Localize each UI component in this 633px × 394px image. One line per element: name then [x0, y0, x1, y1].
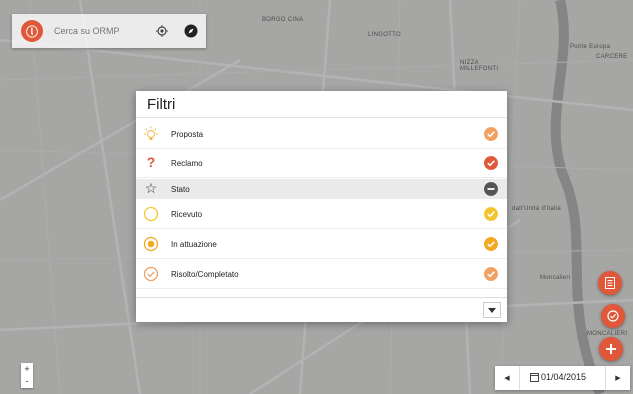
expand-button[interactable] — [483, 302, 501, 318]
minus-circle-icon[interactable] — [484, 182, 498, 196]
status-filter-button[interactable] — [601, 304, 625, 328]
chevron-right-icon: ▶ — [615, 375, 621, 382]
document-icon — [605, 277, 615, 289]
calendar-icon — [530, 372, 539, 382]
check-circle-outline-icon — [143, 266, 159, 282]
filter-label: Risolto/Completato — [171, 270, 239, 279]
check-circle-icon[interactable] — [484, 207, 498, 221]
circle-outline-icon — [143, 206, 159, 222]
filter-label: Reclamo — [171, 159, 203, 168]
add-button[interactable] — [599, 337, 623, 361]
check-circle-icon[interactable] — [484, 237, 498, 251]
app-logo[interactable]: ⓛ — [21, 20, 43, 42]
question-icon: ? — [146, 154, 156, 170]
filter-label: In attuazione — [171, 240, 217, 249]
star-icon: ☆ — [144, 180, 158, 196]
chevron-left-icon: ◀ — [504, 375, 510, 382]
date-field[interactable]: 01/04/2015 — [530, 372, 586, 382]
filter-item-proposta[interactable]: Proposta — [136, 120, 507, 149]
filter-label: Ricevuto — [171, 210, 203, 219]
check-circle-icon[interactable] — [484, 156, 498, 170]
divider — [136, 297, 507, 298]
compass-icon[interactable] — [184, 24, 198, 38]
filter-label: Stato — [171, 185, 190, 194]
zoom-in-button[interactable]: + — [21, 363, 33, 375]
previous-date-button[interactable]: ◀ — [495, 366, 520, 390]
list-button[interactable] — [598, 271, 622, 295]
filter-item-risolto-completato[interactable]: Risolto/Completato — [136, 260, 507, 289]
search-bar: ⓛ — [12, 14, 206, 48]
check-circle-icon — [607, 310, 619, 322]
dialog-title: Filtri — [147, 96, 176, 113]
check-circle-icon[interactable] — [484, 127, 498, 141]
locate-icon[interactable] — [156, 25, 168, 37]
filter-item-ricevuto[interactable]: Ricevuto — [136, 200, 507, 229]
filter-item-in-attuazione[interactable]: In attuazione — [136, 230, 507, 259]
filter-label: Proposta — [171, 130, 204, 139]
filters-dialog: Filtri Proposta ? Reclamo ☆ Stato Ricevu… — [136, 91, 507, 322]
plus-icon — [606, 344, 616, 354]
circle-dot-icon — [143, 236, 159, 252]
search-input[interactable] — [54, 23, 142, 39]
filter-item-reclamo[interactable]: ? Reclamo — [136, 149, 507, 178]
date-navigator: ◀ 01/04/2015 ▶ — [495, 366, 630, 390]
check-circle-icon[interactable] — [484, 267, 498, 281]
chevron-down-icon — [488, 307, 496, 313]
zoom-out-button[interactable]: - — [21, 375, 33, 387]
zoom-control: + - — [21, 363, 33, 388]
next-date-button[interactable]: ▶ — [605, 366, 630, 390]
filter-list: Proposta ? Reclamo ☆ Stato Ricevuto In a… — [136, 120, 507, 295]
divider — [136, 117, 507, 118]
date-value: 01/04/2015 — [541, 372, 587, 382]
lightbulb-icon — [144, 126, 158, 140]
filter-group-stato[interactable]: ☆ Stato — [136, 179, 507, 199]
